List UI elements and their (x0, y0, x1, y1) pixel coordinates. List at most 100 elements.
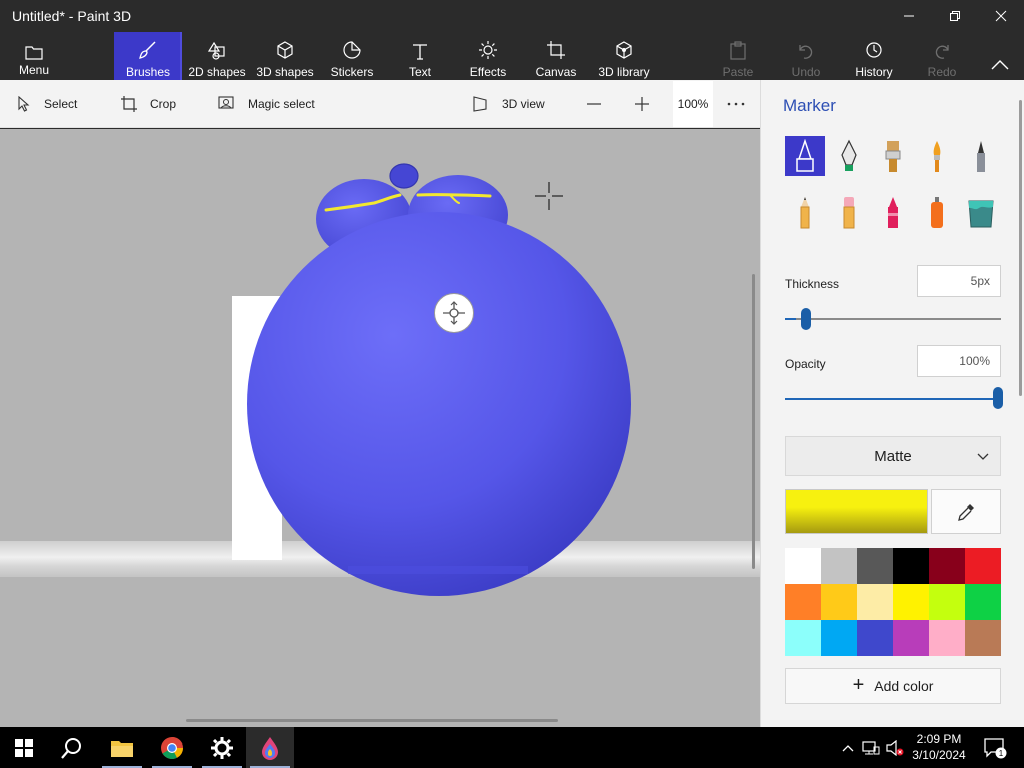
current-color-swatch[interactable] (785, 489, 928, 534)
color-swatch[interactable] (929, 584, 965, 620)
pencil-button[interactable] (785, 192, 825, 232)
text-icon (411, 36, 429, 60)
color-swatch[interactable] (785, 548, 821, 584)
color-swatch[interactable] (821, 548, 857, 584)
eyedropper-button[interactable] (931, 489, 1001, 534)
gear-icon (211, 736, 233, 759)
chrome-icon (161, 736, 183, 759)
tab-2d-shapes[interactable]: 2D shapes (186, 32, 248, 80)
watercolor-brush-button[interactable] (917, 136, 957, 176)
3d-view-button[interactable]: 3D view (472, 80, 545, 128)
restore-button[interactable] (932, 0, 978, 32)
thickness-slider-thumb[interactable] (801, 308, 811, 330)
color-swatch[interactable] (821, 620, 857, 656)
finish-value: Matte (874, 447, 912, 465)
tab-text[interactable]: Text (396, 32, 444, 80)
settings-button[interactable] (198, 727, 246, 768)
tab-brushes[interactable]: Brushes (114, 32, 182, 80)
color-swatch[interactable] (857, 548, 893, 584)
fill-bucket-icon (968, 200, 994, 228)
chevron-up-icon (842, 744, 854, 751)
close-icon (995, 10, 1007, 22)
calligraphy-pen-button[interactable] (829, 136, 869, 176)
crop-icon (120, 95, 138, 113)
marker-brush-button[interactable] (785, 136, 825, 176)
thickness-slider-track[interactable] (785, 318, 1001, 320)
network-button[interactable] (860, 727, 882, 768)
finish-dropdown[interactable]: Matte (785, 436, 1001, 476)
spray-can-icon (931, 197, 943, 228)
menu-button[interactable]: Menu (10, 32, 58, 80)
color-swatch[interactable] (893, 620, 929, 656)
crop-button[interactable]: Crop (120, 80, 176, 128)
history-button[interactable]: History (846, 32, 902, 80)
thickness-input[interactable]: 5px (917, 265, 1001, 297)
more-options-button[interactable] (727, 80, 745, 128)
tab-canvas[interactable]: Canvas (532, 32, 580, 80)
rotate-handle[interactable] (434, 293, 474, 333)
action-center-button[interactable]: 1 (980, 727, 1010, 768)
tab-text-label: Text (408, 65, 431, 79)
color-swatch[interactable] (965, 548, 1001, 584)
magic-select-button[interactable]: Magic select (218, 80, 315, 128)
collapse-ribbon-button[interactable] (982, 32, 1018, 80)
color-swatch[interactable] (929, 548, 965, 584)
tab-3d-shapes[interactable]: 3D shapes (254, 32, 316, 80)
redo-icon (932, 36, 952, 60)
color-swatch[interactable] (821, 584, 857, 620)
redo-button[interactable]: Redo (918, 32, 966, 80)
eraser-button[interactable] (829, 192, 869, 232)
oil-brush-button[interactable] (873, 136, 913, 176)
tab-stickers[interactable]: Stickers (328, 32, 376, 80)
fill-bucket-button[interactable] (961, 192, 1001, 232)
zoom-out-button[interactable] (586, 80, 602, 128)
crayon-button[interactable] (873, 192, 913, 232)
search-button[interactable] (48, 727, 96, 768)
opacity-input[interactable]: 100% (917, 345, 1001, 377)
spray-can-button[interactable] (917, 192, 957, 232)
zoom-in-button[interactable] (634, 80, 650, 128)
color-swatch[interactable] (857, 584, 893, 620)
cube-icon (275, 36, 295, 60)
window-title: Untitled* - Paint 3D (12, 8, 132, 24)
tab-3d-library[interactable]: 3D library (594, 32, 654, 80)
color-swatch[interactable] (965, 620, 1001, 656)
opacity-slider-thumb[interactable] (993, 387, 1003, 409)
select-button[interactable]: Select (16, 80, 77, 128)
pixel-pen-button[interactable] (961, 136, 1001, 176)
volume-button[interactable] (884, 727, 906, 768)
add-color-button[interactable]: + Add color (785, 668, 1001, 704)
horizontal-scrollbar[interactable] (186, 719, 558, 722)
paint-3d-icon (262, 736, 278, 760)
paste-button[interactable]: Paste (714, 32, 762, 80)
plus-icon: + (852, 673, 865, 696)
magic-select-icon (218, 96, 236, 112)
paint-3d-taskbar-button[interactable] (246, 727, 294, 768)
color-swatch[interactable] (785, 584, 821, 620)
color-swatch[interactable] (965, 584, 1001, 620)
volume-muted-icon (886, 739, 904, 756)
vertical-scrollbar[interactable] (752, 274, 755, 569)
undo-button[interactable]: Undo (782, 32, 830, 80)
start-button[interactable] (0, 727, 48, 768)
chrome-button[interactable] (148, 727, 196, 768)
file-explorer-button[interactable] (98, 727, 146, 768)
taskbar-clock[interactable]: 2:09 PM 3/10/2024 (904, 731, 974, 763)
color-swatch[interactable] (857, 620, 893, 656)
panel-scrollbar[interactable] (1019, 100, 1022, 396)
3d-model[interactable] (230, 159, 640, 599)
minimize-button[interactable] (886, 0, 932, 32)
close-button[interactable] (978, 0, 1024, 32)
model-base-shadow (348, 566, 528, 574)
tab-3d-library-label: 3D library (598, 65, 650, 79)
zoom-level[interactable]: 100% (673, 81, 713, 127)
color-swatch[interactable] (893, 548, 929, 584)
chevron-up-icon (991, 60, 1009, 70)
show-hidden-icons-button[interactable] (838, 727, 858, 768)
color-swatch[interactable] (893, 584, 929, 620)
thickness-slider-fill (785, 318, 796, 320)
color-swatch[interactable] (929, 620, 965, 656)
tab-effects[interactable]: Effects (464, 32, 512, 80)
canvas-workspace[interactable] (0, 129, 760, 727)
color-swatch[interactable] (785, 620, 821, 656)
